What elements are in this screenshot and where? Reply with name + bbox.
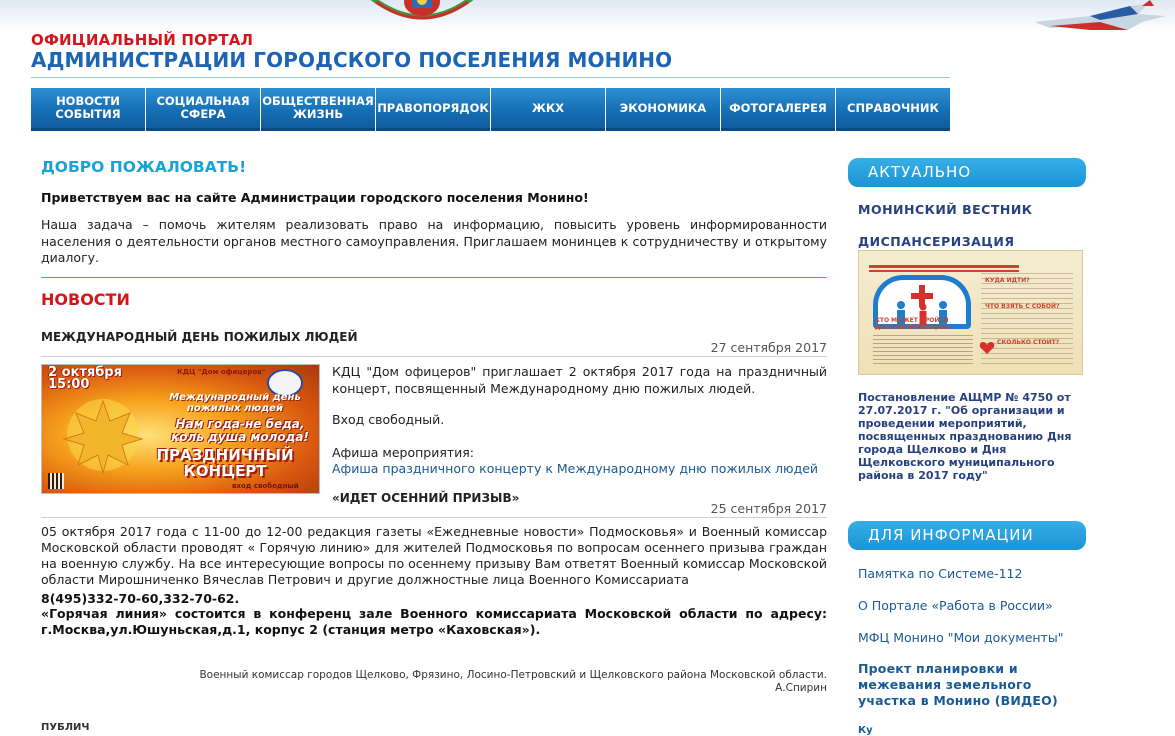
news-hotline-info: «Горячая линия» состоится в конференц за… [41,606,827,637]
header-background [0,0,1175,30]
section-divider [41,277,827,278]
news-free-entry: Вход свободный. [332,412,445,427]
banner-question: ЧТО ВЗЯТЬ С СОБОЙ? [985,303,1060,310]
news-item-title[interactable]: «ИДЕТ ОСЕННИЙ ПРИЗЫВ» [332,491,519,505]
poster-concert-label: ПРАЗДНИЧНЫЙ КОНЦЕРТ [156,446,294,480]
poster-slogan: Нам года-не беда, коль душа молода! [171,417,309,444]
welcome-text: Наша задача – помочь жителям реализовать… [41,217,827,265]
nav-item-housing[interactable]: ЖКХ [491,88,605,131]
news-item-rule [41,517,827,518]
dispanser-banner-image[interactable]: КУДА ИДТИ? ЧТО ВЗЯТЬ С СОБОЙ? КТО МОЖЕТ … [858,250,1083,375]
maple-leaf-icon [62,399,144,475]
sidebar-link-peek[interactable]: Ку [858,725,873,736]
sidebar-link-system-112[interactable]: Памятка по Системе-112 [858,566,1022,581]
sidebar-link-mfc[interactable]: МФЦ Монино "Мои документы" [858,630,1063,645]
portal-subtitle: ОФИЦИАЛЬНЫЙ ПОРТАЛ [31,31,254,49]
banner-question: КУДА ИДТИ? [985,277,1030,284]
poster-entry-label: вход свободный [232,482,299,490]
main-navigation: НОВОСТИ СОБЫТИЯ СОЦИАЛЬНАЯ СФЕРА ОБЩЕСТВ… [31,88,950,131]
banner-text-lines [873,335,973,365]
banner-stripe [869,270,1019,272]
sidebar-header-actual: АКТУАЛЬНО [848,158,1086,187]
news-afisha-label: Афиша мероприятия: [332,445,475,460]
news-signature-title: Военный комиссар городов Щелково, Фрязин… [199,669,827,681]
nav-item-economy[interactable]: ЭКОНОМИКА [606,88,720,131]
sidebar-link-postanovlenie[interactable]: Постановление АЩМР № 4750 от 27.07.2017 … [858,391,1073,482]
news-item-date: 27 сентября 2017 [710,340,827,355]
sidebar-link-land-project-video[interactable]: Проект планировки и межевания земельного… [858,661,1083,709]
sidebar-link-vestnik[interactable]: МОНИНСКИЙ ВЕСТНИК [858,202,1033,217]
sidebar-link-dispanser[interactable]: ДИСПАНСЕРИЗАЦИЯ [858,234,1014,249]
sidebar: АКТУАЛЬНО МОНИНСКИЙ ВЕСТНИК ДИСПАНСЕРИЗА… [848,158,1086,736]
poster-organizer: КДЦ "Дом офицеров" [177,368,266,376]
sidebar-header-info: ДЛЯ ИНФОРМАЦИИ [848,521,1086,550]
poster-date: 2 октября 15:00 [48,365,122,392]
nav-item-public-life[interactable]: ОБЩЕСТВЕННАЯ ЖИЗНЬ [261,88,375,131]
nav-item-gallery[interactable]: ФОТОГАЛЕРЕЯ [721,88,835,131]
header-divider [31,77,950,78]
news-next-item-peek[interactable]: ПУБЛИЧ [41,722,89,733]
nav-item-directory[interactable]: СПРАВОЧНИК [836,88,950,131]
news-item-body: КДЦ "Дом офицеров" приглашает 2 октября … [332,364,827,396]
news-item-date: 25 сентября 2017 [710,501,827,516]
news-afisha-link[interactable]: Афиша праздничного концерту к Международ… [332,461,818,476]
nav-item-law-order[interactable]: ПРАВОПОРЯДОК [376,88,490,131]
welcome-title: ДОБРО ПОЖАЛОВАТЬ! [41,158,247,176]
news-section-title: НОВОСТИ [41,290,130,309]
sidebar-link-work-in-russia[interactable]: О Портале «Работа в России» [858,598,1053,613]
heart-icon [979,342,995,354]
banner-stripe [869,265,1019,268]
news-hotline-phone: 8(495)332-70-60,332-70-62. [41,591,240,606]
news-signature-name: А.Спирин [775,682,827,694]
news-poster-image[interactable]: 2 октября 15:00 КДЦ "Дом офицеров" Между… [41,364,320,494]
banner-question: КТО МОЖЕТ ПРОЙТИ ДИСПАНСЕРИЗАЦИЮ? [875,317,953,331]
jet-aircraft-icon [1034,0,1166,30]
portal-title[interactable]: АДМИНИСТРАЦИИ ГОРОДСКОГО ПОСЕЛЕНИЯ МОНИН… [31,48,672,72]
poster-event-name: Международный день пожилых людей [169,392,301,414]
qr-code-icon [48,473,64,489]
news-item-body: 05 октября 2017 года с 11-00 до 12-00 ре… [41,524,827,587]
news-item-rule [41,356,827,357]
coat-of-arms-icon [370,0,474,20]
nav-item-social[interactable]: СОЦИАЛЬНАЯ СФЕРА [146,88,260,131]
welcome-greeting: Приветствуем вас на сайте Администрации … [41,190,589,205]
news-item-title[interactable]: МЕЖДУНАРОДНЫЙ ДЕНЬ ПОЖИЛЫХ ЛЮДЕЙ [41,330,358,344]
banner-question: СКОЛЬКО СТОИТ? [997,339,1060,346]
nav-item-news[interactable]: НОВОСТИ СОБЫТИЯ [31,88,145,131]
